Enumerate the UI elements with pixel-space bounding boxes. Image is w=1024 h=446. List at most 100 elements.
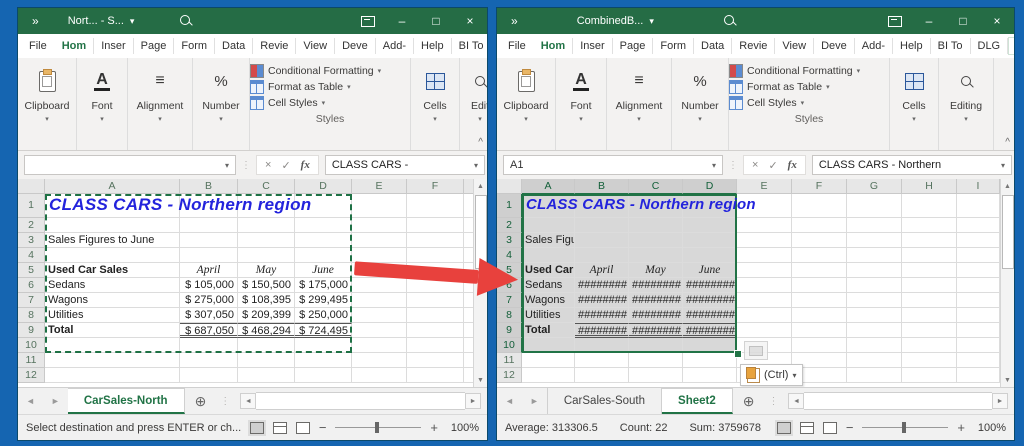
cell[interactable]: ######## (629, 293, 683, 308)
vertical-scrollbar[interactable]: ▲ ▼ (1000, 179, 1014, 387)
name-box-dropdown-icon[interactable]: ▾ (712, 161, 716, 170)
restore-button[interactable]: □ (946, 8, 980, 34)
row-header[interactable]: 2 (18, 218, 45, 233)
ribbon-tab[interactable]: Form (174, 38, 215, 54)
ribbon-tab[interactable]: Revie (253, 38, 296, 54)
cell-styles-button[interactable]: Cell Styles ▾ (250, 96, 381, 110)
cell[interactable] (957, 278, 1000, 293)
cell[interactable] (957, 308, 1000, 323)
cell[interactable]: Utilities (45, 308, 180, 323)
cell[interactable] (902, 233, 957, 248)
zoom-in-icon[interactable]: + (430, 420, 438, 435)
splitter[interactable]: ⋮ (768, 396, 778, 407)
cell[interactable] (407, 338, 464, 353)
cell[interactable] (792, 293, 847, 308)
insert-function-icon[interactable]: fx (301, 159, 310, 171)
cell[interactable] (902, 323, 957, 338)
column-header[interactable]: G (847, 179, 902, 194)
cell[interactable] (902, 368, 957, 383)
cell[interactable]: $ 209,399 (238, 308, 295, 323)
ribbon-tab[interactable]: View (775, 38, 814, 54)
conditional-formatting-button[interactable]: Conditional Formatting ▾ (250, 64, 381, 78)
ribbon-tab[interactable]: Help (414, 38, 452, 54)
cell[interactable] (683, 353, 737, 368)
zoom-slider-thumb[interactable] (902, 422, 906, 433)
cell[interactable] (902, 338, 957, 353)
search-icon[interactable] (180, 15, 190, 28)
cell[interactable] (238, 194, 295, 218)
cell[interactable] (683, 248, 737, 263)
sheet-tab-carsales-north[interactable]: CarSales-North (68, 388, 185, 414)
cell[interactable] (295, 338, 352, 353)
cell[interactable] (792, 308, 847, 323)
cell[interactable] (575, 338, 629, 353)
ribbon-tab[interactable]: Add- (855, 38, 893, 54)
cell-styles-button[interactable]: Cell Styles ▾ (729, 96, 860, 110)
cell[interactable] (45, 194, 180, 218)
cell[interactable] (847, 293, 902, 308)
scrollbar-thumb[interactable] (1002, 195, 1014, 269)
cell[interactable] (629, 338, 683, 353)
cell[interactable] (238, 248, 295, 263)
cell[interactable] (180, 248, 238, 263)
scrollbar-track[interactable] (804, 392, 992, 410)
ribbon-display-options-icon[interactable] (351, 8, 385, 34)
cell[interactable] (407, 233, 464, 248)
cell[interactable] (629, 248, 683, 263)
cell[interactable] (295, 218, 352, 233)
column-header[interactable]: B (575, 179, 629, 194)
cell[interactable]: ######## (629, 278, 683, 293)
cell[interactable] (407, 323, 464, 338)
cell[interactable]: $ 724,495 (295, 323, 352, 338)
cell[interactable] (352, 368, 407, 383)
cell[interactable] (902, 353, 957, 368)
cell[interactable] (957, 353, 1000, 368)
cell[interactable]: ######## (683, 293, 737, 308)
scroll-down-icon[interactable]: ▼ (1004, 373, 1011, 387)
cell[interactable] (575, 194, 629, 218)
cell[interactable] (45, 353, 180, 368)
cell[interactable] (847, 218, 902, 233)
cell[interactable] (737, 323, 792, 338)
title-dropdown-icon[interactable]: ▾ (130, 16, 135, 27)
cell[interactable] (238, 218, 295, 233)
font-group[interactable]: A Font ▾ (556, 58, 607, 150)
cell[interactable] (847, 368, 902, 383)
new-sheet-icon[interactable]: ⊕ (195, 393, 207, 410)
row-header[interactable]: 2 (497, 218, 522, 233)
cell[interactable] (957, 218, 1000, 233)
worksheet-grid[interactable]: ABCDEFGHI123Sales Figures to June45Used … (497, 179, 1014, 387)
previous-sheet-icon[interactable]: ◄ (18, 396, 43, 406)
cell[interactable] (522, 248, 575, 263)
cell[interactable] (847, 323, 902, 338)
expand-formula-bar-icon[interactable]: ▾ (1001, 161, 1005, 170)
cell[interactable] (792, 323, 847, 338)
alignment-group[interactable]: ≡ Alignment ▾ (128, 58, 193, 150)
share-icon[interactable]: ↗ (1008, 37, 1014, 55)
scroll-down-icon[interactable]: ▼ (477, 373, 484, 387)
row-header[interactable]: 10 (497, 338, 522, 353)
cell[interactable] (737, 278, 792, 293)
cell[interactable] (957, 323, 1000, 338)
row-header[interactable]: 12 (497, 368, 522, 383)
title-bar[interactable]: » CombinedB... ▾ – □ × (497, 8, 1014, 34)
confirm-entry-icon[interactable]: ✓ (768, 159, 777, 172)
cell[interactable] (352, 194, 407, 218)
minimize-button[interactable]: – (385, 8, 419, 34)
cell[interactable]: Sedans (45, 278, 180, 293)
page-layout-view-button[interactable] (800, 422, 814, 434)
cell[interactable] (180, 353, 238, 368)
ribbon-tab[interactable]: Data (694, 38, 732, 54)
ribbon-tab[interactable]: Revie (732, 38, 775, 54)
scroll-up-icon[interactable]: ▲ (477, 179, 484, 193)
splitter[interactable]: ⋮ (728, 160, 738, 171)
scroll-right-icon[interactable]: ► (465, 393, 481, 409)
name-box-dropdown-icon[interactable]: ▾ (225, 161, 229, 170)
column-header[interactable]: D (295, 179, 352, 194)
row-header[interactable]: 11 (18, 353, 45, 368)
normal-view-button[interactable] (777, 422, 791, 434)
normal-view-button[interactable] (250, 422, 264, 434)
cell[interactable] (238, 368, 295, 383)
cell[interactable]: $ 468,294 (238, 323, 295, 338)
paste-options-button[interactable]: (Ctrl) ▾ (740, 364, 803, 386)
